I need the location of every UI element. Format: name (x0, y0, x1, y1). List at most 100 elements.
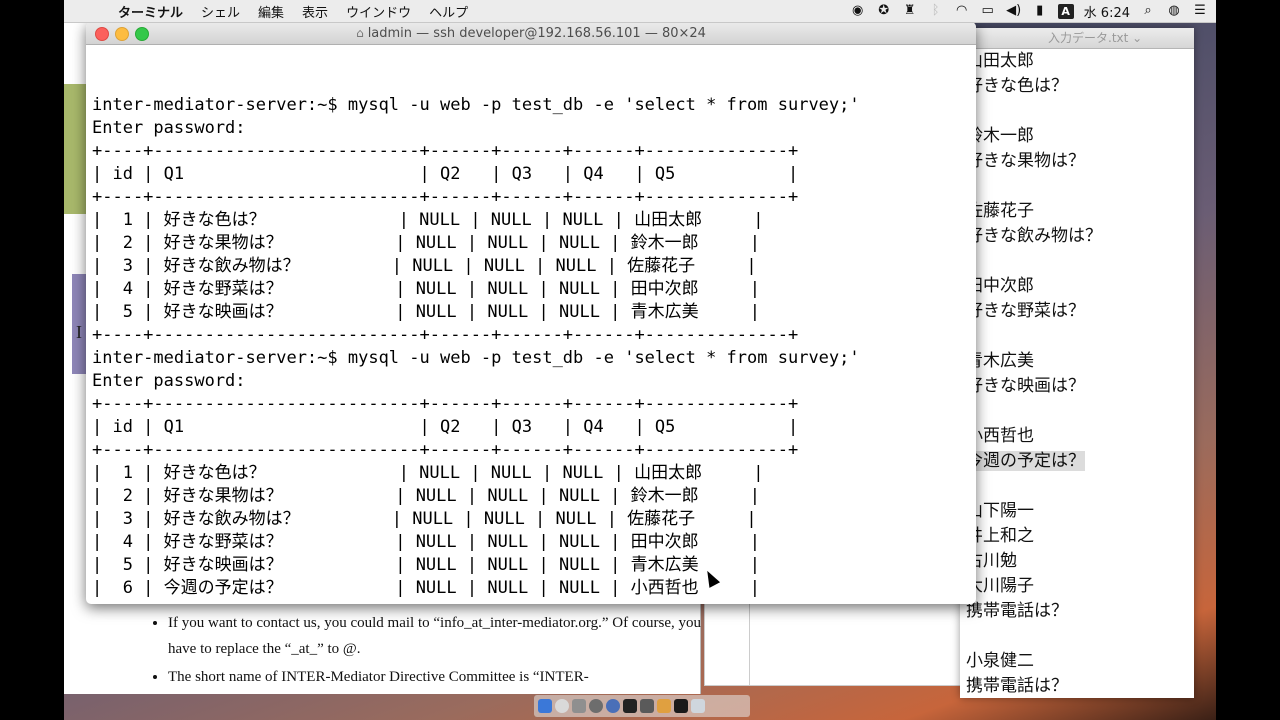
chevron-down-icon[interactable]: ⌄ (1132, 31, 1142, 45)
page-accent-bar (64, 84, 86, 214)
text-line: 山下陽一 (966, 499, 1194, 524)
menu-edit[interactable]: 編集 (258, 2, 284, 21)
search-icon[interactable]: ⌕ (1140, 4, 1156, 18)
text-line: 好きな飲み物は？ (966, 224, 1194, 249)
app-icon[interactable] (640, 699, 654, 713)
text-line (966, 474, 1194, 499)
menu-shell[interactable]: シェル (201, 2, 240, 21)
menubar: ターミナル シェル 編集 表示 ウインドウ ヘルプ ◉ ✪ ♜ ᛒ ◠ ▭ ◀)… (64, 0, 1216, 23)
text-line: 佐藤花子 (966, 199, 1194, 224)
text-line-content: 好きな飲み物は？ (966, 226, 1102, 246)
system-preferences-icon[interactable] (589, 699, 603, 713)
record-icon[interactable]: ◉ (850, 4, 866, 18)
text-line: 田中次郎 (966, 274, 1194, 299)
text-line-content: 好きな色は？ (966, 76, 1068, 96)
terminal-line: +----+--------------------------+------+… (92, 600, 970, 604)
text-line: 携帯電話は？ (966, 674, 1194, 698)
text-line: 古川勉 (966, 549, 1194, 574)
text-line: 好きな映画は？ (966, 374, 1194, 399)
text-line: 今週の予定は？ (966, 449, 1194, 474)
text-line (966, 99, 1194, 124)
terminal-line: | 6 | 今週の予定は？ | NULL | NULL | NULL | 小西哲… (92, 578, 761, 598)
text-line: 山田太郎 (966, 49, 1194, 74)
bluetooth-icon[interactable]: ᛒ (928, 4, 944, 18)
accessibility-icon[interactable]: ✪ (876, 4, 892, 18)
text-line: 大川陽子 (966, 574, 1194, 599)
terminal-titlebar[interactable]: ⌂ ladmin — ssh developer@192.168.56.101 —… (86, 22, 976, 45)
list-item: If you want to contact us, you could mai… (168, 610, 708, 662)
clock[interactable]: 水 6:24 (1084, 2, 1130, 21)
terminal-line: inter-mediator-server:~$ mysql -u web -p… (92, 95, 860, 115)
terminal-line: | 2 | 好きな果物は？ | NULL | NULL | NULL | 鈴木一… (92, 233, 761, 253)
app-icon[interactable] (674, 699, 688, 713)
binoculars-icon[interactable]: ♜ (902, 4, 918, 18)
text-line-content: 山田太郎 (966, 51, 1034, 71)
text-line-content: 好きな野菜は？ (966, 301, 1085, 321)
menu-window[interactable]: ウインドウ (346, 2, 411, 21)
text-line: 鈴木一郎 (966, 124, 1194, 149)
list-item: The short name of INTER-Mediator Directi… (168, 664, 708, 690)
text-line: 青木広美 (966, 349, 1194, 374)
terminal-line: +----+--------------------------+------+… (92, 187, 799, 207)
text-line-content: 小泉健二 (966, 651, 1034, 671)
terminal-line: Enter password: (92, 371, 246, 391)
text-line: 好きな野菜は？ (966, 299, 1194, 324)
app-icon[interactable] (572, 699, 586, 713)
text-line (966, 249, 1194, 274)
text-line-content: 鈴木一郎 (966, 126, 1034, 146)
terminal-icon[interactable] (623, 699, 637, 713)
text-line-content: 山下陽一 (966, 501, 1034, 521)
contact-bullet-list: If you want to contact us, you could mai… (150, 610, 708, 692)
text-line-content: 佐藤花子 (966, 201, 1034, 221)
terminal-line: | id | Q1 | Q2 | Q3 | Q4 | Q5 | (92, 417, 799, 437)
text-line: 好きな果物は？ (966, 149, 1194, 174)
text-line-content: 好きな映画は？ (966, 376, 1085, 396)
textedit-titlebar[interactable]: 入力データ.txt ⌄ (960, 28, 1194, 49)
terminal-line: +----+--------------------------+------+… (92, 141, 799, 161)
notification-center-icon[interactable]: ☰ (1192, 4, 1208, 18)
text-line: 好きな色は？ (966, 74, 1194, 99)
siri-icon[interactable]: ◍ (1166, 4, 1182, 18)
finder-icon[interactable] (538, 699, 552, 713)
text-line-content: 田中次郎 (966, 276, 1034, 296)
textedit-window[interactable]: 入力データ.txt ⌄ 山田太郎好きな色は？ 鈴木一郎好きな果物は？ 佐藤花子好きな… (960, 28, 1194, 698)
terminal-output[interactable]: inter-mediator-server:~$ mysql -u web -p… (92, 48, 970, 604)
terminal-title: ⌂ ladmin — ssh developer@192.168.56.101 —… (86, 22, 976, 45)
text-line (966, 324, 1194, 349)
safari-icon[interactable] (555, 699, 569, 713)
battery-icon[interactable]: ▮ (1032, 4, 1048, 18)
ime-indicator[interactable]: A (1057, 3, 1074, 19)
terminal-line: inter-mediator-server:~$ mysql -u web -p… (92, 348, 860, 368)
text-line: 小西哲也 (966, 424, 1194, 449)
textedit-content[interactable]: 山田太郎好きな色は？ 鈴木一郎好きな果物は？ 佐藤花子好きな飲み物は？ 田中次郎好きな… (960, 49, 1194, 698)
volume-icon[interactable]: ◀) (1006, 4, 1022, 18)
terminal-window[interactable]: ⌂ ladmin — ssh developer@192.168.56.101 —… (86, 22, 976, 604)
text-line-content: 好きな果物は？ (966, 151, 1085, 171)
airplay-icon[interactable]: ▭ (980, 4, 996, 18)
menu-view[interactable]: 表示 (302, 2, 328, 21)
dock (534, 695, 750, 717)
terminal-line: | 4 | 好きな野菜は？ | NULL | NULL | NULL | 田中次… (92, 279, 761, 299)
text-line: 携帯電話は？ (966, 599, 1194, 624)
wifi-icon[interactable]: ◠ (954, 4, 970, 18)
terminal-line: | 5 | 好きな映画は？ | NULL | NULL | NULL | 青木広… (92, 302, 761, 322)
terminal-line: | 1 | 好きな色は？ | NULL | NULL | NULL | 山田太郎… (92, 210, 764, 230)
terminal-line: | 3 | 好きな飲み物は？ | NULL | NULL | NULL | 佐藤… (92, 509, 757, 529)
terminal-line: | 4 | 好きな野菜は？ | NULL | NULL | NULL | 田中次… (92, 532, 761, 552)
text-line-content: 今週の予定は？ (966, 451, 1085, 471)
terminal-line: | 3 | 好きな飲み物は？ | NULL | NULL | NULL | 佐藤… (92, 256, 757, 276)
text-line: 井上和之 (966, 524, 1194, 549)
text-line-content: 青木広美 (966, 351, 1034, 371)
trash-icon[interactable] (691, 699, 705, 713)
menu-app-name[interactable]: ターミナル (118, 2, 183, 21)
terminal-line: +----+--------------------------+------+… (92, 394, 799, 414)
terminal-line: +----+--------------------------+------+… (92, 325, 799, 345)
menu-help[interactable]: ヘルプ (429, 2, 468, 21)
terminal-line: +----+--------------------------+------+… (92, 440, 799, 460)
text-line-content: 大川陽子 (966, 576, 1034, 596)
browser-icon[interactable] (606, 699, 620, 713)
text-line-content: 携帯電話は？ (966, 601, 1068, 621)
app-icon[interactable] (657, 699, 671, 713)
text-line-content: 小西哲也 (966, 426, 1034, 446)
home-icon: ⌂ (356, 26, 364, 40)
